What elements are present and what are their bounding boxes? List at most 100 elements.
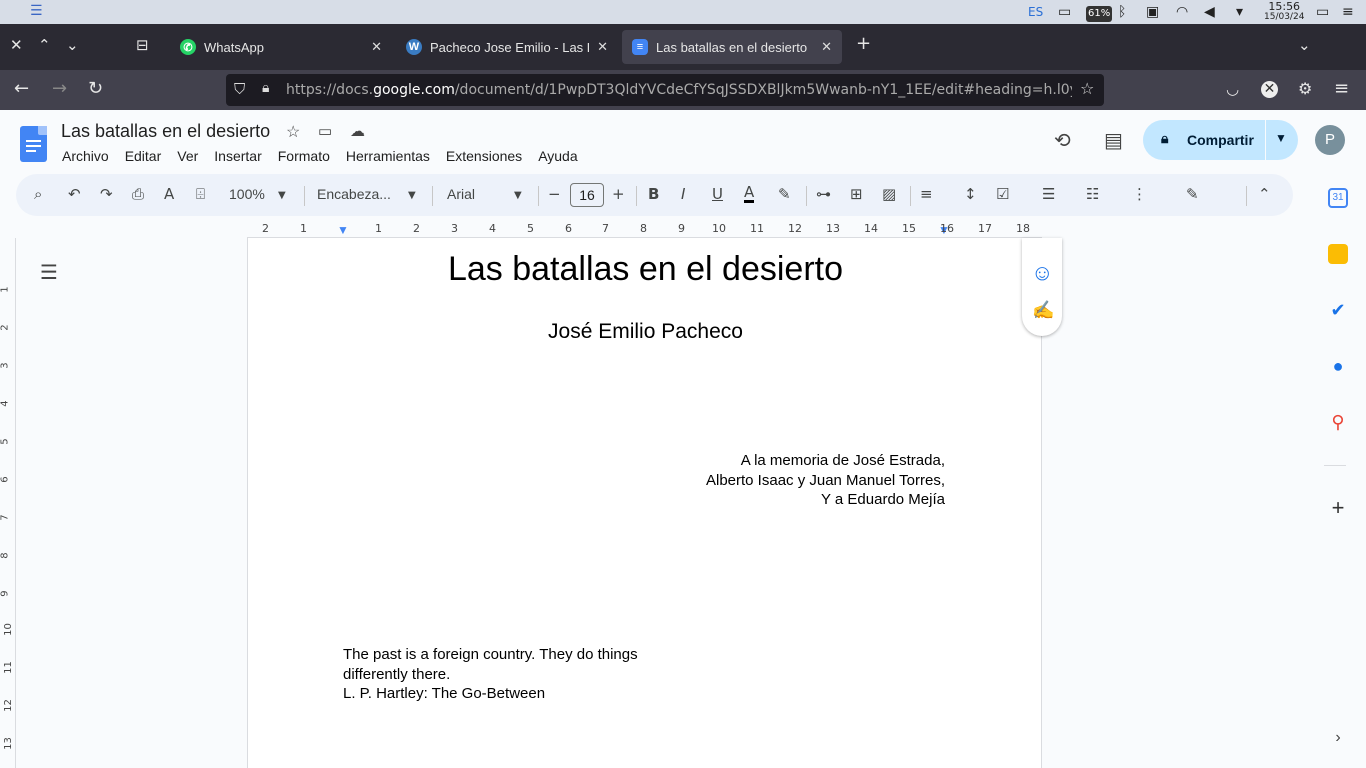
text-color-icon[interactable]: A — [744, 184, 755, 203]
more-options-icon[interactable]: ⋮ — [1132, 184, 1147, 204]
extensions-puzzle-icon[interactable]: ⚙ — [1298, 79, 1312, 99]
menu-lines-icon[interactable]: ≡ — [1342, 4, 1354, 20]
zoom-select[interactable]: 100% — [229, 186, 265, 202]
wifi-icon[interactable]: ◠ — [1176, 4, 1188, 20]
extension-x-icon[interactable]: ✕ — [1261, 81, 1278, 98]
reload-icon[interactable]: ↻ — [88, 79, 103, 99]
menu-icon[interactable]: ☰ — [30, 3, 43, 19]
star-icon[interactable]: ☆ — [286, 122, 300, 142]
insert-image-icon[interactable]: ▨ — [882, 184, 896, 204]
contacts-icon[interactable]: ● — [1328, 356, 1348, 376]
collapse-menus-icon[interactable]: ⌃ — [1258, 184, 1271, 204]
shield-icon[interactable]: ⛉ — [234, 80, 245, 98]
menu-extensiones[interactable]: Extensiones — [446, 148, 522, 164]
keep-icon[interactable] — [1328, 244, 1348, 264]
chevron-down-icon[interactable]: ⌄ — [66, 36, 79, 54]
docs-logo-icon[interactable] — [20, 126, 47, 162]
dedication[interactable]: A la memoria de José Estrada, Alberto Is… — [548, 451, 945, 510]
battery-indicator[interactable]: 61% — [1086, 6, 1113, 22]
expand-panel-icon[interactable]: › — [1328, 728, 1348, 748]
paint-format-icon[interactable]: ⌹ — [196, 184, 205, 204]
font-size-input[interactable]: 16 — [570, 183, 604, 207]
pocket-icon[interactable]: ◡ — [1226, 79, 1239, 99]
horizontal-ruler[interactable]: 2 1 ▼ 1 2 3 4 5 6 7 8 9 10 11 12 13 14 1… — [247, 220, 1042, 238]
menu-herramientas[interactable]: Herramientas — [346, 148, 430, 164]
share-dropdown-icon[interactable]: ▼ — [1275, 131, 1287, 145]
spellcheck-icon[interactable]: A — [164, 184, 174, 204]
menu-ver[interactable]: Ver — [177, 148, 198, 164]
dropdown-icon[interactable]: ▾ — [1236, 4, 1243, 20]
close-tab-icon[interactable]: ✕ — [371, 39, 382, 55]
tab-pacheco[interactable]: W Pacheco Jose Emilio - Las B ✕ — [396, 30, 618, 64]
language-indicator[interactable]: ES — [1028, 5, 1043, 19]
add-addon-icon[interactable]: + — [1328, 497, 1348, 519]
app-menu-icon[interactable]: ≡ — [1334, 79, 1349, 99]
bold-icon[interactable]: B — [648, 184, 659, 204]
lock-icon[interactable]: 🔒︎ — [262, 80, 269, 96]
back-icon[interactable]: ← — [14, 79, 29, 99]
indent-marker-icon[interactable]: ▼ — [337, 223, 349, 237]
new-tab-icon[interactable]: + — [856, 33, 871, 54]
maps-icon[interactable]: ⚲ — [1328, 412, 1348, 432]
chevron-down-icon[interactable]: ▼ — [514, 186, 522, 206]
chevron-up-icon[interactable]: ⌃ — [38, 36, 51, 54]
comments-icon[interactable]: ▤ — [1104, 128, 1123, 152]
display-icon[interactable]: ▭ — [1316, 4, 1329, 20]
list-tabs-icon[interactable]: ⌄ — [1298, 36, 1311, 54]
underline-icon[interactable]: U — [712, 184, 723, 204]
increase-font-icon[interactable]: + — [612, 184, 625, 204]
highlight-icon[interactable]: ✎ — [778, 184, 791, 204]
cloud-status-icon[interactable]: ☁ — [350, 122, 365, 140]
bookmark-star-icon[interactable]: ☆ — [1080, 79, 1094, 98]
vertical-ruler[interactable]: 1 2 3 4 5 6 7 8 9 10 11 12 13 — [0, 238, 16, 768]
document-title[interactable]: Las batallas en el desierto — [61, 121, 270, 142]
style-select[interactable]: Encabeza... — [317, 186, 391, 202]
document-outline-icon[interactable]: ☰ — [40, 260, 58, 284]
tasks-icon[interactable]: ✔ — [1328, 300, 1348, 320]
version-history-icon[interactable]: ⟲ — [1054, 128, 1071, 152]
calendar-icon[interactable]: 31 — [1328, 188, 1348, 208]
redo-icon[interactable]: ↷ — [100, 184, 113, 204]
menu-ayuda[interactable]: Ayuda — [538, 148, 577, 164]
suggest-edit-icon[interactable]: ✍ — [1032, 300, 1054, 321]
editing-mode-icon[interactable]: ✎ — [1186, 184, 1199, 204]
print-icon[interactable]: ⎙ — [132, 184, 144, 204]
font-select[interactable]: Arial — [447, 186, 475, 202]
clipboard-icon[interactable]: ▭ — [1058, 4, 1071, 20]
decrease-font-icon[interactable]: − — [548, 184, 561, 204]
italic-icon[interactable]: I — [681, 184, 685, 204]
undo-icon[interactable]: ↶ — [68, 184, 81, 204]
chevron-down-icon[interactable]: ▼ — [278, 186, 286, 206]
tab-google-doc[interactable]: ≡ Las batallas en el desierto ✕ — [622, 30, 842, 64]
align-icon[interactable]: ≡ — [920, 184, 933, 204]
clock[interactable]: 15:56 15/03/24 — [1264, 1, 1304, 23]
menu-archivo[interactable]: Archivo — [62, 148, 109, 164]
volume-icon[interactable]: ◀ — [1204, 4, 1215, 20]
document-heading[interactable]: Las batallas en el desierto — [248, 250, 1043, 289]
line-spacing-icon[interactable]: ↕ — [964, 184, 977, 204]
emoji-reaction-icon[interactable]: ☺ — [1031, 260, 1053, 286]
menu-editar[interactable]: Editar — [125, 148, 162, 164]
document-author[interactable]: José Emilio Pacheco — [248, 320, 1043, 344]
chevron-down-icon[interactable]: ▼ — [408, 186, 416, 206]
move-folder-icon[interactable]: ▭ — [318, 122, 332, 140]
close-tab-icon[interactable]: ✕ — [821, 39, 832, 55]
checklist-icon[interactable]: ☑ — [996, 184, 1009, 204]
close-window-icon[interactable]: ✕ — [10, 36, 23, 54]
numbered-list-icon[interactable]: ☷ — [1086, 184, 1099, 204]
address-bar[interactable]: ⛉ 🔒︎ https://docs.google.com/document/d/… — [226, 74, 1104, 106]
cpu-icon[interactable]: ▣ — [1146, 4, 1159, 20]
avatar[interactable]: P — [1315, 125, 1345, 155]
share-button[interactable]: 🔒︎ Compartir ▼ — [1143, 120, 1298, 160]
bluetooth-icon[interactable]: ᛒ — [1118, 4, 1126, 20]
menu-formato[interactable]: Formato — [278, 148, 330, 164]
close-tab-icon[interactable]: ✕ — [597, 39, 608, 55]
bulleted-list-icon[interactable]: ☰ — [1042, 184, 1055, 204]
add-comment-icon[interactable]: ⊞ — [850, 184, 863, 204]
epigraph[interactable]: The past is a foreign country. They do t… — [343, 645, 663, 704]
tab-tray-icon[interactable]: ⊟ — [136, 36, 149, 54]
url-text[interactable]: https://docs.google.com/document/d/1PwpD… — [286, 82, 1072, 98]
search-icon[interactable]: ⌕ — [34, 184, 42, 204]
link-icon[interactable]: ⊶ — [816, 184, 831, 204]
tab-whatsapp[interactable]: ✆ WhatsApp ✕ — [170, 30, 392, 64]
